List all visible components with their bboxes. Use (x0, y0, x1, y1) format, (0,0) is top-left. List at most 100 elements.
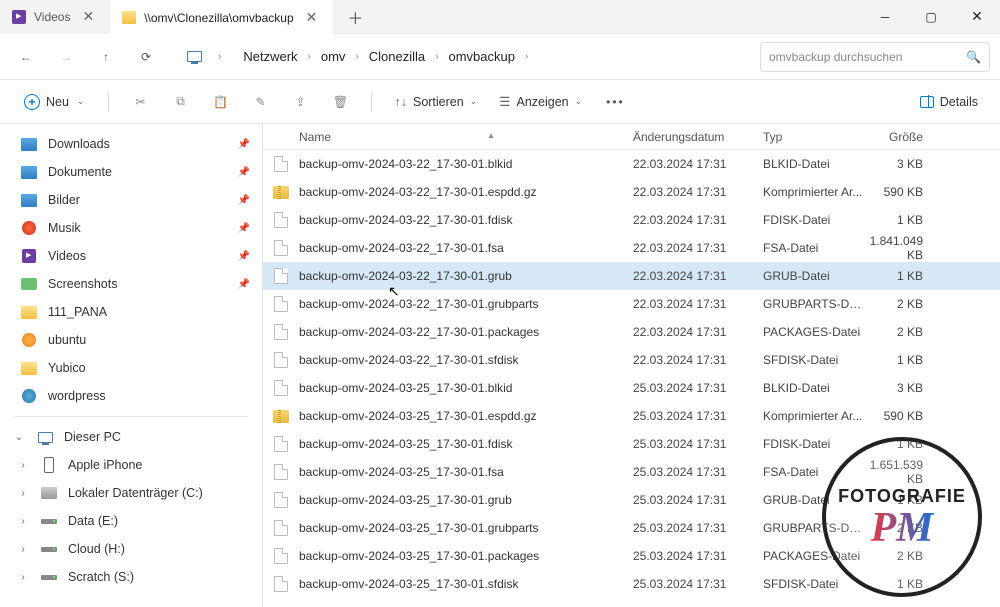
sidebar-item[interactable]: Screenshots 📌 (0, 270, 262, 298)
up-button[interactable]: ↑ (90, 41, 122, 73)
file-row[interactable]: backup-omv-2024-03-25_17-30-01.grub 25.0… (263, 486, 1000, 514)
sidebar-item[interactable]: Downloads 📌 (0, 130, 262, 158)
sidebar-drive-item[interactable]: › Data (E:) (6, 507, 262, 535)
breadcrumb-item[interactable]: omv (315, 45, 352, 68)
file-row[interactable]: backup-omv-2024-03-22_17-30-01.grubparts… (263, 290, 1000, 318)
file-row[interactable]: backup-omv-2024-03-22_17-30-01.sfdisk 22… (263, 346, 1000, 374)
file-row[interactable]: backup-omv-2024-03-25_17-30-01.packages … (263, 542, 1000, 570)
forward-button[interactable]: → (50, 41, 82, 73)
file-row[interactable]: backup-omv-2024-03-22_17-30-01.blkid 22.… (263, 150, 1000, 178)
sort-label: Sortieren (413, 95, 464, 109)
sidebar-drive-item[interactable]: › Cloud (H:) (6, 535, 262, 563)
more-button[interactable]: ••• (596, 95, 635, 109)
sidebar-this-pc[interactable]: ⌄ Dieser PC (6, 423, 262, 451)
file-row[interactable]: backup-omv-2024-03-22_17-30-01.packages … (263, 318, 1000, 346)
sidebar-item[interactable]: 111_PANA (0, 298, 262, 326)
sidebar-item-label: Dokumente (48, 165, 228, 179)
chevron-right-icon: › (355, 51, 358, 62)
file-name: backup-omv-2024-03-22_17-30-01.fdisk (299, 213, 633, 227)
file-name: backup-omv-2024-03-22_17-30-01.grubparts (299, 297, 633, 311)
delete-button[interactable]: 🗑 (323, 85, 357, 119)
tab[interactable]: \\omv\Clonezilla\omvbackup ✕ (110, 0, 333, 34)
refresh-button[interactable]: ⟳ (130, 41, 162, 73)
file-size: 1.841.049 KB (867, 234, 931, 262)
file-size: 2 KB (867, 297, 931, 311)
chevron-down-icon: ⌄ (575, 96, 583, 107)
file-row[interactable]: backup-omv-2024-03-25_17-30-01.grubparts… (263, 514, 1000, 542)
column-name[interactable]: Name ▲ (263, 130, 633, 144)
file-name: backup-omv-2024-03-22_17-30-01.fsa (299, 241, 633, 255)
pin-icon: 📌 (238, 251, 254, 262)
copy-button[interactable]: ⧉ (163, 85, 197, 119)
close-tab-button[interactable]: ✕ (302, 9, 322, 26)
file-row[interactable]: backup-omv-2024-03-25_17-30-01.espdd.gz … (263, 402, 1000, 430)
share-button[interactable]: ⇪ (283, 85, 317, 119)
file-type: SFDISK-Datei (763, 353, 867, 367)
new-button[interactable]: + Neu ⌄ (14, 90, 94, 114)
file-name: backup-omv-2024-03-25_17-30-01.packages (299, 549, 633, 563)
orange-icon (20, 331, 38, 349)
sidebar-item-label: Bilder (48, 193, 228, 207)
breadcrumb-item[interactable]: Netzwerk (237, 45, 303, 68)
sort-button[interactable]: ↑↓ Sortieren ⌄ (386, 91, 485, 113)
sidebar-drive-item[interactable]: › Lokaler Datenträger (C:) (6, 479, 262, 507)
sidebar-item[interactable]: ubuntu (0, 326, 262, 354)
sidebar-item[interactable]: Dokumente 📌 (0, 158, 262, 186)
search-input[interactable]: omvbackup durchsuchen 🔍 (760, 42, 990, 72)
details-pane-button[interactable]: Details (912, 91, 986, 113)
separator (108, 92, 109, 112)
sidebar-item[interactable]: Videos 📌 (0, 242, 262, 270)
view-button[interactable]: ☰ Anzeigen ⌄ (491, 90, 590, 113)
sidebar-drive-item[interactable]: › Apple iPhone (6, 451, 262, 479)
folder-icon (20, 163, 38, 181)
toolbar: + Neu ⌄ ✂ ⧉ 📋 ✎ ⇪ 🗑 ↑↓ Sortieren ⌄ ☰ Anz… (0, 80, 1000, 124)
column-date[interactable]: Änderungsdatum (633, 130, 763, 144)
file-row[interactable]: backup-omv-2024-03-22_17-30-01.grub 22.0… (263, 262, 1000, 290)
sidebar-item-label: Dieser PC (64, 430, 254, 444)
file-icon (263, 548, 299, 564)
chevron-right-icon: › (16, 544, 30, 555)
sidebar-item-label: wordpress (48, 389, 254, 403)
file-date: 25.03.2024 17:31 (633, 409, 763, 423)
new-tab-button[interactable]: ＋ (333, 5, 377, 29)
chevron-right-icon: › (218, 51, 221, 62)
sort-asc-icon: ▲ (487, 131, 495, 140)
close-tab-button[interactable]: ✕ (78, 8, 98, 25)
sidebar-item[interactable]: Bilder 📌 (0, 186, 262, 214)
paste-button[interactable]: 📋 (203, 85, 237, 119)
file-row[interactable]: backup-omv-2024-03-22_17-30-01.fdisk 22.… (263, 206, 1000, 234)
breadcrumb-item[interactable]: omvbackup (443, 45, 521, 68)
column-size[interactable]: Größe (867, 130, 931, 144)
sidebar-drive-item[interactable]: › Scratch (S:) (6, 563, 262, 591)
sidebar-item[interactable]: wordpress (0, 382, 262, 410)
folder-icon (122, 11, 136, 25)
drive-icon (40, 568, 58, 586)
chevron-right-icon: › (16, 488, 30, 499)
file-type: Komprimierter Ar... (763, 185, 867, 199)
file-row[interactable]: backup-omv-2024-03-25_17-30-01.sfdisk 25… (263, 570, 1000, 598)
file-size: 1 KB (867, 213, 931, 227)
phone-icon (40, 456, 58, 474)
sidebar-item-label: Data (E:) (68, 514, 254, 528)
file-row[interactable]: backup-omv-2024-03-25_17-30-01.fsa 25.03… (263, 458, 1000, 486)
column-type[interactable]: Typ (763, 130, 867, 144)
cut-button[interactable]: ✂ (123, 85, 157, 119)
minimize-button[interactable]: ─ (862, 0, 908, 34)
file-row[interactable]: backup-omv-2024-03-25_17-30-01.blkid 25.… (263, 374, 1000, 402)
file-row[interactable]: backup-omv-2024-03-22_17-30-01.espdd.gz … (263, 178, 1000, 206)
file-type: FDISK-Datei (763, 213, 867, 227)
chevron-right-icon: › (308, 51, 311, 62)
back-button[interactable]: ← (10, 41, 42, 73)
sidebar-item[interactable]: Musik 📌 (0, 214, 262, 242)
plus-icon: + (24, 94, 40, 110)
tab[interactable]: Videos ✕ (0, 0, 110, 34)
file-row[interactable]: backup-omv-2024-03-22_17-30-01.fsa 22.03… (263, 234, 1000, 262)
maximize-button[interactable]: ▢ (908, 0, 954, 34)
file-row[interactable]: backup-omv-2024-03-25_17-30-01.fdisk 25.… (263, 430, 1000, 458)
sidebar-item[interactable]: Yubico (0, 354, 262, 382)
file-name: backup-omv-2024-03-22_17-30-01.blkid (299, 157, 633, 171)
close-button[interactable]: ✕ (954, 0, 1000, 34)
rename-button[interactable]: ✎ (243, 85, 277, 119)
breadcrumb-item[interactable]: Clonezilla (363, 45, 431, 68)
pc-root-icon[interactable] (178, 41, 210, 73)
